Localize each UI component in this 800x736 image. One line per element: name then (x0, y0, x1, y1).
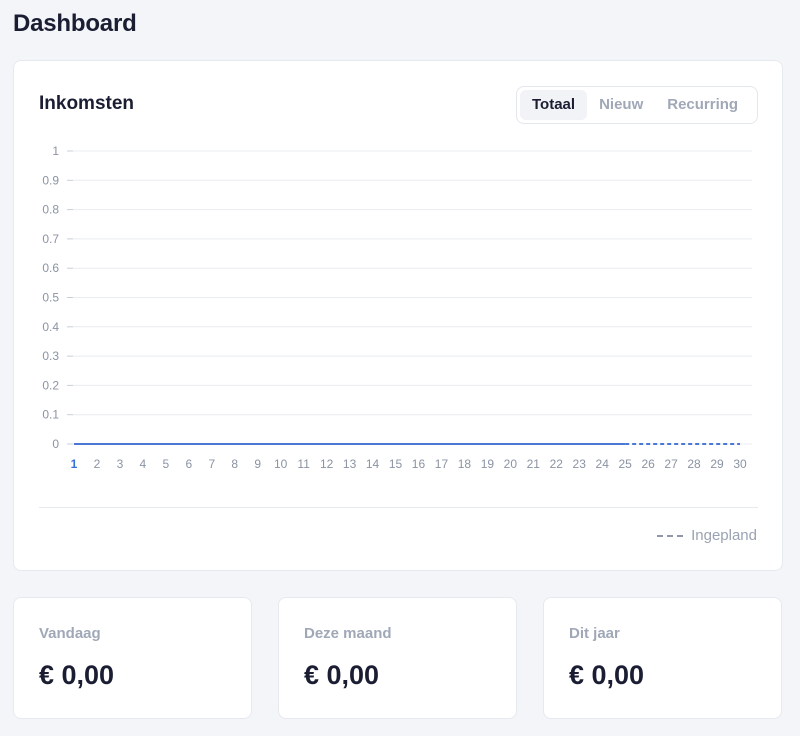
income-line-chart: 00.10.20.30.40.50.60.70.80.911 2 3 4 5 6 7 8 9 10… (42, 144, 752, 471)
stat-card-today: Vandaag € 0,00 (13, 597, 252, 719)
y-tick-label: 0.8 (42, 203, 59, 217)
y-tick-label: 0.2 (42, 378, 59, 392)
x-tick-label: 30 (733, 457, 747, 471)
x-tick-label: 1 (71, 457, 78, 471)
x-tick-label: 25 (618, 457, 632, 471)
stat-value: € 0,00 (304, 660, 380, 690)
x-tick-label: 17 (435, 457, 449, 471)
x-tick-label: 6 (185, 457, 192, 471)
y-tick-label: 0.1 (42, 408, 59, 422)
x-tick-label: 24 (596, 457, 610, 471)
stat-card-this-year: Dit jaar € 0,00 (543, 597, 782, 719)
x-tick-label: 9 (254, 457, 261, 471)
x-tick-label: 2 (94, 457, 101, 471)
x-tick-label: 11 (297, 457, 310, 471)
stat-card-this-month: Deze maand € 0,00 (278, 597, 517, 719)
stat-label: Vandaag (39, 625, 101, 642)
x-tick-label: 23 (573, 457, 587, 471)
x-tick-label: 3 (117, 457, 124, 471)
page-title: Dashboard (13, 10, 137, 37)
x-tick-label: 10 (274, 457, 288, 471)
chart-divider (39, 507, 758, 508)
y-tick-label: 1 (52, 144, 59, 158)
x-tick-label: 13 (343, 457, 357, 471)
planned-legend-swatch (657, 534, 684, 537)
y-tick-label: 0.3 (42, 349, 59, 363)
x-tick-label: 27 (664, 457, 678, 471)
stat-value: € 0,00 (569, 660, 645, 690)
x-tick-label: 18 (458, 457, 472, 471)
x-tick-label: 8 (231, 457, 238, 471)
y-tick-label: 0.7 (42, 232, 59, 246)
stat-label: Dit jaar (569, 625, 620, 642)
x-tick-label: 16 (412, 457, 426, 471)
x-tick-label: 15 (389, 457, 403, 471)
y-tick-label: 0 (52, 437, 59, 451)
x-tick-label: 22 (550, 457, 564, 471)
y-tick-label: 0.6 (42, 261, 59, 275)
x-tick-label: 20 (504, 457, 518, 471)
x-tick-label: 29 (710, 457, 724, 471)
x-tick-label: 19 (481, 457, 495, 471)
y-tick-label: 0.5 (42, 291, 59, 305)
x-tick-label: 14 (366, 457, 380, 471)
x-tick-label: 12 (320, 457, 334, 471)
x-tick-label: 28 (687, 457, 701, 471)
y-tick-label: 0.9 (42, 173, 59, 187)
x-tick-label: 7 (208, 457, 215, 471)
income-chart-card: Inkomsten Totaal Nieuw Recurring 0 0.1 0.2… (13, 60, 783, 571)
stat-label: Deze maand (304, 625, 392, 642)
chart-legend: Ingepland (657, 527, 757, 544)
x-tick-label: 5 (163, 457, 170, 471)
x-tick-label: 26 (641, 457, 655, 471)
planned-legend-label: Ingepland (691, 527, 757, 544)
stat-value: € 0,00 (39, 660, 115, 690)
x-tick-label: 21 (527, 457, 541, 471)
y-tick-label: 0.4 (42, 320, 59, 334)
x-tick-label: 4 (140, 457, 147, 471)
